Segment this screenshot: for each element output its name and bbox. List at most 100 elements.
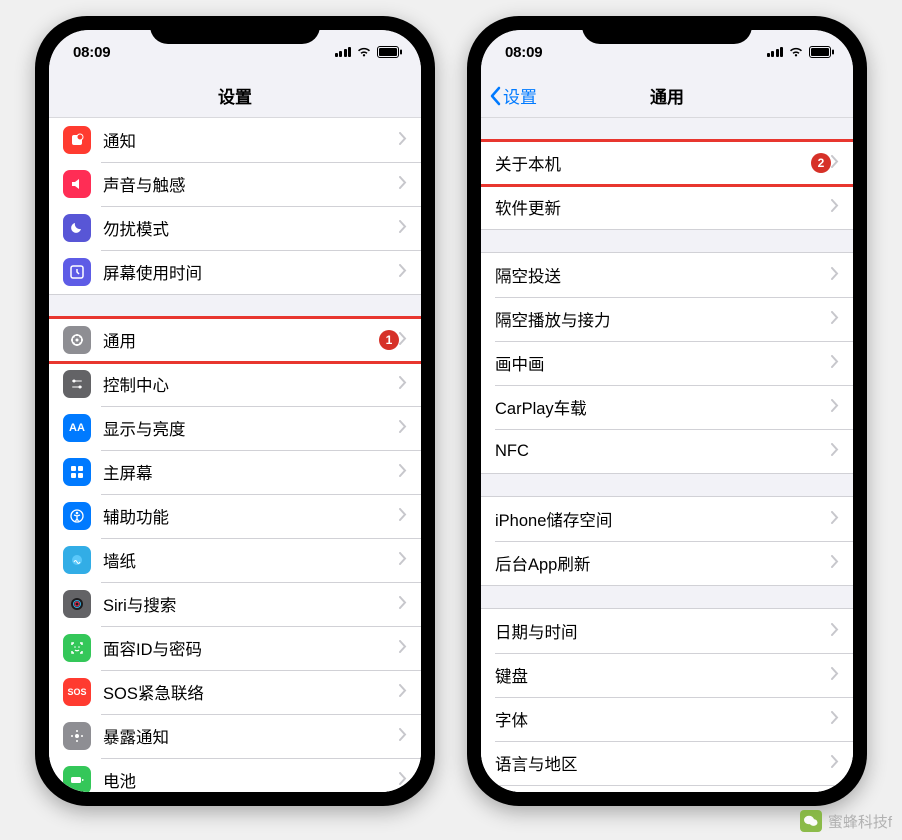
settings-row[interactable]: 辅助功能 [49, 494, 421, 538]
settings-row[interactable]: 隔空播放与接力 [481, 297, 853, 341]
settings-row[interactable]: CarPlay车载 [481, 385, 853, 429]
settings-row[interactable]: 声音与触感 [49, 162, 421, 206]
settings-row[interactable]: 隔空投送 [481, 253, 853, 297]
exposure-icon [63, 722, 91, 750]
settings-group: 通知声音与触感勿扰模式屏幕使用时间 [49, 118, 421, 295]
settings-row[interactable]: 字体 [481, 697, 853, 741]
wifi-icon [788, 46, 804, 58]
row-label: 关于本机 [495, 151, 803, 175]
chevron-right-icon [399, 552, 407, 568]
chevron-right-icon [399, 420, 407, 436]
settings-row[interactable]: AA显示与亮度 [49, 406, 421, 450]
settings-row[interactable]: 电池 [49, 758, 421, 792]
chevron-right-icon [831, 199, 839, 215]
notifications-icon [63, 126, 91, 154]
homescreen-icon [63, 458, 91, 486]
status-time: 08:09 [505, 44, 542, 61]
accessibility-icon [63, 502, 91, 530]
chevron-right-icon [831, 443, 839, 459]
status-icons [335, 46, 404, 58]
row-label: 主屏幕 [103, 460, 399, 484]
row-label: 字体 [495, 707, 831, 731]
settings-list[interactable]: 通知声音与触感勿扰模式屏幕使用时间通用 1 控制中心AA显示与亮度主屏幕辅助功能墙纸… [49, 118, 421, 792]
settings-row[interactable]: 控制中心 [49, 362, 421, 406]
battery-icon [63, 766, 91, 792]
wallpaper-icon [63, 546, 91, 574]
row-label: 语言与地区 [495, 751, 831, 775]
settings-row[interactable]: 画中画 [481, 341, 853, 385]
settings-row[interactable]: iPhone储存空间 [481, 497, 853, 541]
chevron-right-icon [399, 220, 407, 236]
chevron-right-icon [399, 376, 407, 392]
settings-row[interactable]: 通用 1 [49, 318, 421, 362]
general-list[interactable]: 关于本机2 软件更新隔空投送隔空播放与接力画中画 CarPlay车载 NFC iPhon… [481, 140, 853, 792]
chevron-right-icon [399, 508, 407, 524]
settings-row[interactable]: 键盘 [481, 653, 853, 697]
row-label: 显示与亮度 [103, 416, 399, 440]
back-button[interactable]: 设置 [489, 74, 537, 117]
faceid-icon [63, 634, 91, 662]
settings-group: 通用 1 控制中心AA显示与亮度主屏幕辅助功能墙纸 Siri与搜索面容ID与密码 SOS… [49, 317, 421, 792]
chevron-right-icon [831, 623, 839, 639]
row-label: 通知 [103, 128, 399, 152]
chevron-right-icon [831, 755, 839, 771]
settings-row[interactable]: 关于本机2 [481, 141, 853, 185]
cellular-signal-icon [335, 47, 352, 57]
status-time: 08:09 [73, 44, 110, 61]
page-title: 设置 [218, 83, 252, 108]
callout-badge: 1 [379, 330, 399, 350]
phone-frame-right: 08:09 设置 通用 关于本机2软件更新隔空投送隔空 [467, 16, 867, 806]
row-label: 勿扰模式 [103, 216, 399, 240]
chevron-right-icon [831, 311, 839, 327]
row-label: 辅助功能 [103, 504, 399, 528]
row-label: NFC [495, 442, 831, 461]
row-label: SOS紧急联络 [103, 680, 399, 704]
chevron-right-icon [831, 399, 839, 415]
phone-frame-left: 08:09 设置 通知声音与触感勿扰模式屏幕使用时间通用 1 控制中心AA显示与亮度… [35, 16, 435, 806]
chevron-right-icon [831, 355, 839, 371]
row-label: 暴露通知 [103, 724, 399, 748]
settings-row[interactable]: SOSSOS紧急联络 [49, 670, 421, 714]
nav-bar: 设置 [49, 74, 421, 118]
settings-row[interactable]: 面容ID与密码 [49, 626, 421, 670]
row-label: 面容ID与密码 [103, 636, 399, 660]
settings-row[interactable]: 屏幕使用时间 [49, 250, 421, 294]
settings-row[interactable]: 主屏幕 [49, 450, 421, 494]
settings-row[interactable]: 勿扰模式 [49, 206, 421, 250]
settings-row[interactable]: 语言与地区 [481, 741, 853, 785]
settings-row[interactable]: 墙纸 [49, 538, 421, 582]
nav-bar: 设置 通用 [481, 74, 853, 118]
control-center-icon [63, 370, 91, 398]
chevron-right-icon [831, 667, 839, 683]
row-label: CarPlay车载 [495, 395, 831, 419]
row-label: iPhone储存空间 [495, 507, 831, 531]
settings-group: 关于本机2 软件更新 [481, 140, 853, 230]
sound-icon [63, 170, 91, 198]
row-label: 屏幕使用时间 [103, 260, 399, 284]
row-label: 隔空播放与接力 [495, 307, 831, 331]
watermark: 蜜蜂科技f [800, 810, 892, 832]
settings-row[interactable]: 词典 [481, 785, 853, 792]
chevron-right-icon [831, 555, 839, 571]
row-label: 电池 [103, 768, 399, 792]
page-title: 通用 [650, 83, 684, 108]
settings-row[interactable]: NFC [481, 429, 853, 473]
row-label: Siri与搜索 [103, 592, 399, 616]
notch [150, 16, 320, 44]
status-icons [767, 46, 836, 58]
chevron-right-icon [399, 640, 407, 656]
settings-row[interactable]: 暴露通知 [49, 714, 421, 758]
row-label: 通用 [103, 328, 371, 352]
row-label: 键盘 [495, 663, 831, 687]
phone-screen-right: 08:09 设置 通用 关于本机2软件更新隔空投送隔空 [481, 30, 853, 792]
row-label: 声音与触感 [103, 172, 399, 196]
siri-icon [63, 590, 91, 618]
battery-status-icon [809, 46, 835, 58]
settings-row[interactable]: 通知 [49, 118, 421, 162]
settings-row[interactable]: Siri与搜索 [49, 582, 421, 626]
chevron-left-icon [489, 86, 501, 106]
row-label: 软件更新 [495, 195, 831, 219]
settings-row[interactable]: 软件更新 [481, 185, 853, 229]
settings-row[interactable]: 后台App刷新 [481, 541, 853, 585]
settings-row[interactable]: 日期与时间 [481, 609, 853, 653]
